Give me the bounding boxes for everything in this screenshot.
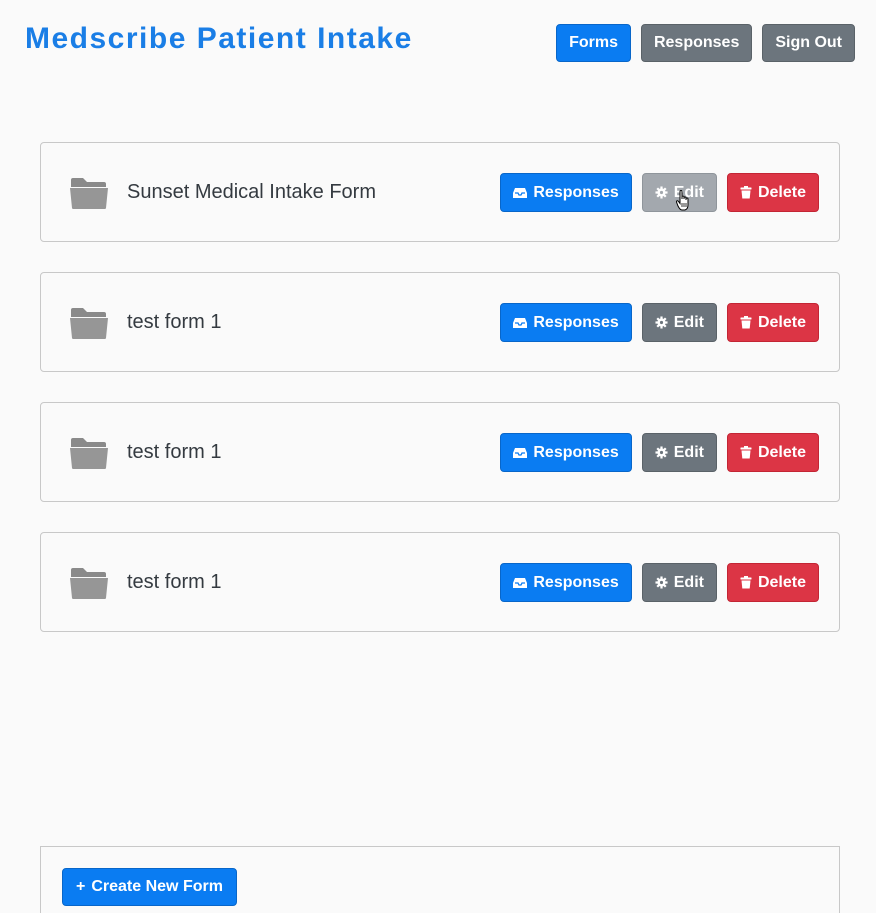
form-card: Sunset Medical Intake Form Responses Edi… xyxy=(40,142,840,242)
form-delete-label: Delete xyxy=(757,183,806,201)
form-edit-label: Edit xyxy=(673,443,704,461)
form-card: test form 1 Responses Edit Delete xyxy=(40,272,840,372)
folder-icon xyxy=(70,308,108,339)
trash-icon xyxy=(740,316,752,329)
form-edit-label: Edit xyxy=(673,313,704,331)
form-edit-button[interactable]: Edit xyxy=(641,563,717,602)
form-delete-label: Delete xyxy=(757,443,806,461)
app-title: Medscribe Patient Intake xyxy=(25,22,413,55)
form-responses-label: Responses xyxy=(533,443,619,461)
forms-list: Sunset Medical Intake Form Responses Edi… xyxy=(40,142,840,632)
trash-icon xyxy=(740,186,752,199)
form-card: test form 1 Responses Edit Delete xyxy=(40,532,840,632)
form-responses-button[interactable]: Responses xyxy=(500,303,632,342)
form-responses-label: Responses xyxy=(533,183,619,201)
form-delete-button[interactable]: Delete xyxy=(726,173,819,212)
form-actions: Responses Edit Delete xyxy=(500,563,819,602)
nav-responses-button[interactable]: Responses xyxy=(640,24,753,62)
inbox-icon xyxy=(513,317,528,328)
trash-icon xyxy=(740,576,752,589)
form-delete-button[interactable]: Delete xyxy=(726,303,819,342)
plus-icon: + xyxy=(76,878,86,895)
form-delete-label: Delete xyxy=(757,313,806,331)
form-edit-label: Edit xyxy=(673,573,704,591)
sign-out-button[interactable]: Sign Out xyxy=(762,24,855,62)
folder-icon xyxy=(70,438,108,469)
hand-cursor-icon xyxy=(675,190,689,211)
top-nav: Forms Responses Sign Out xyxy=(556,24,855,62)
gear-icon xyxy=(655,186,668,199)
form-delete-label: Delete xyxy=(757,573,806,591)
inbox-icon xyxy=(513,187,528,198)
form-responses-label: Responses xyxy=(533,313,619,331)
nav-forms-button[interactable]: Forms xyxy=(556,24,631,62)
form-edit-button[interactable]: Edit xyxy=(641,433,717,472)
folder-icon xyxy=(70,178,108,209)
form-edit-button[interactable]: Edit xyxy=(641,173,717,212)
form-actions: Responses Edit Delete xyxy=(500,303,819,342)
inbox-icon xyxy=(513,577,528,588)
folder-icon xyxy=(70,568,108,599)
form-actions: Responses Edit Delete xyxy=(500,173,819,212)
form-actions: Responses Edit Delete xyxy=(500,433,819,472)
create-new-form-label: Create New Form xyxy=(91,878,223,895)
form-delete-button[interactable]: Delete xyxy=(726,433,819,472)
form-responses-button[interactable]: Responses xyxy=(500,563,632,602)
gear-icon xyxy=(655,446,668,459)
gear-icon xyxy=(655,316,668,329)
form-responses-button[interactable]: Responses xyxy=(500,433,632,472)
form-delete-button[interactable]: Delete xyxy=(726,563,819,602)
form-responses-label: Responses xyxy=(533,573,619,591)
form-edit-button[interactable]: Edit xyxy=(641,303,717,342)
form-name: test form 1 xyxy=(127,441,222,463)
gear-icon xyxy=(655,576,668,589)
create-new-form-button[interactable]: + Create New Form xyxy=(62,868,237,906)
form-name: test form 1 xyxy=(127,311,222,333)
create-form-panel: + Create New Form xyxy=(40,846,840,913)
inbox-icon xyxy=(513,447,528,458)
form-name: Sunset Medical Intake Form xyxy=(127,181,376,203)
form-name: test form 1 xyxy=(127,571,222,593)
form-card: test form 1 Responses Edit Delete xyxy=(40,402,840,502)
trash-icon xyxy=(740,446,752,459)
form-responses-button[interactable]: Responses xyxy=(500,173,632,212)
